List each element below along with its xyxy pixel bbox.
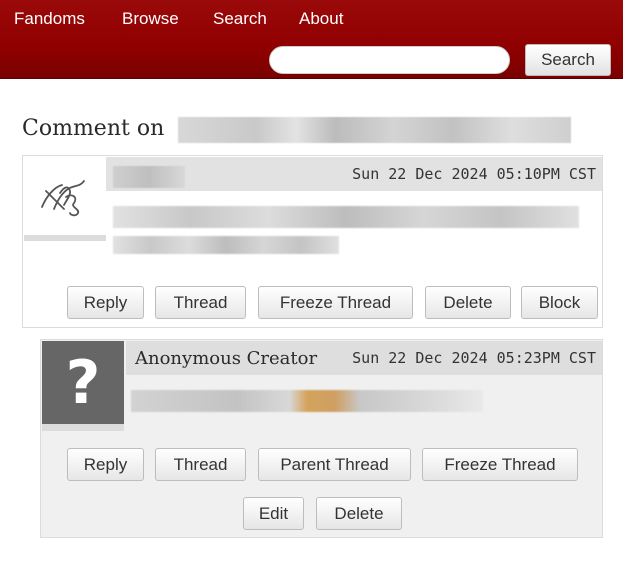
search-button[interactable]: Search (525, 44, 611, 76)
redacted-comment-text (113, 236, 339, 254)
nav-browse[interactable]: Browse (122, 9, 179, 29)
comment-timestamp: Sun 22 Dec 2024 05:23PM CST (352, 349, 596, 367)
parent-thread-button[interactable]: Parent Thread (258, 448, 411, 481)
redacted-username[interactable] (113, 166, 185, 188)
question-mark-icon: ? (65, 347, 101, 418)
edit-button[interactable]: Edit (243, 497, 304, 530)
avatar[interactable]: ? (42, 341, 124, 431)
comment-header: Sun 22 Dec 2024 05:10PM CST (106, 157, 602, 191)
comment-author: Anonymous Creator (135, 348, 318, 369)
freeze-thread-button[interactable]: Freeze Thread (258, 286, 413, 319)
page-title: Comment on (22, 116, 165, 141)
comment-header: Anonymous Creator Sun 22 Dec 2024 05:23P… (126, 341, 602, 375)
comment: Sun 22 Dec 2024 05:10PM CST Reply Thread… (22, 155, 603, 328)
thread-button[interactable]: Thread (155, 448, 246, 481)
comment-reply: ? Anonymous Creator Sun 22 Dec 2024 05:2… (40, 339, 603, 538)
site-header: Fandoms Browse Search About Search (0, 0, 623, 79)
comment-timestamp: Sun 22 Dec 2024 05:10PM CST (352, 165, 596, 183)
redacted-comment-text (113, 206, 579, 228)
search-input[interactable] (269, 46, 510, 74)
ao3-default-avatar-icon (41, 180, 85, 217)
nav-about[interactable]: About (299, 9, 343, 29)
thread-button[interactable]: Thread (155, 286, 246, 319)
reply-button[interactable]: Reply (67, 286, 144, 319)
freeze-thread-button[interactable]: Freeze Thread (422, 448, 578, 481)
delete-button[interactable]: Delete (425, 286, 511, 319)
reply-button[interactable]: Reply (67, 448, 144, 481)
nav-fandoms[interactable]: Fandoms (14, 9, 85, 29)
delete-button[interactable]: Delete (316, 497, 402, 530)
block-button[interactable]: Block (521, 286, 598, 319)
nav-search[interactable]: Search (213, 9, 267, 29)
avatar[interactable] (24, 157, 106, 241)
redacted-comment-text (131, 390, 483, 412)
redacted-work-title[interactable] (178, 117, 571, 143)
